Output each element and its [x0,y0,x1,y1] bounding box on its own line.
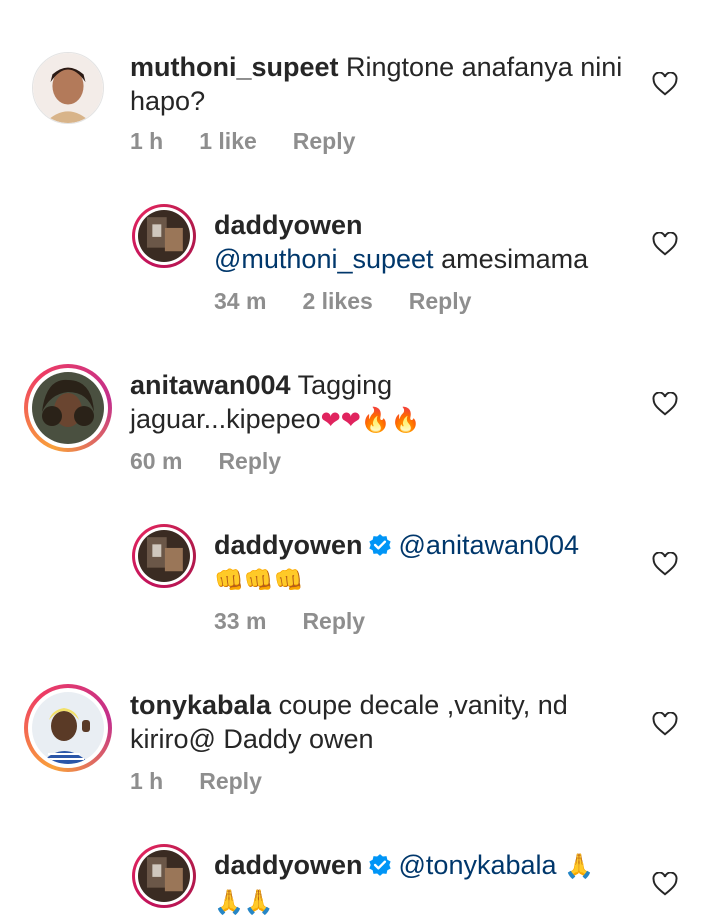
heart-icon[interactable] [652,392,678,416]
comment-time: 1 h [130,768,164,794]
mention-link[interactable]: @tonykabala [399,850,557,880]
reply-button[interactable]: Reply [293,128,356,154]
comment-username[interactable]: muthoni_supeet [130,52,339,82]
comment-6-reply: daddyowen @tonykabala 🙏 🙏🙏 [0,830,720,916]
comment-3: anitawan004 Tagging jaguar...kipepeo❤❤🔥🔥… [0,350,720,510]
reply-button[interactable]: Reply [199,768,262,794]
emoji-reactions: 🙏 [564,853,594,880]
likes-count[interactable]: 1 like [199,128,257,154]
comment-meta: 60 m Reply [130,448,317,475]
mention-link[interactable]: @anitawan004 [399,530,580,560]
user-photo [32,372,104,444]
comment-username[interactable]: tonykabala [130,690,271,720]
comment-meta: 1 h Reply [130,768,298,795]
heart-icon[interactable] [652,872,678,896]
user-photo [138,530,190,582]
avatar[interactable] [24,684,112,772]
heart-icon[interactable] [652,72,678,96]
user-photo [138,850,190,902]
comment-text: daddyowen @anitawan004 👊👊👊 [214,528,644,598]
comment-text: tonykabala coupe decale ,vanity, nd kiri… [130,688,640,756]
emoji-reactions-line2: 🙏🙏 [214,889,274,916]
verified-badge-icon [368,534,391,556]
emoji-reactions: ❤❤🔥🔥 [320,407,421,434]
comment-username[interactable]: daddyowen [214,530,363,560]
comment-time: 60 m [130,448,183,474]
avatar[interactable] [132,844,196,908]
verified-badge-icon [368,854,391,876]
comment-body-line2: jaguar...kipepeo [130,404,321,434]
user-photo [33,53,103,123]
comment-text: anitawan004 Tagging jaguar...kipepeo❤❤🔥🔥 [130,368,640,438]
reply-button[interactable]: Reply [218,448,281,474]
user-photo [32,692,104,764]
comment-body: Ringtone anafanya nini [346,52,623,82]
user-photo [138,210,190,262]
avatar[interactable] [24,364,112,452]
comment-username[interactable]: daddyowen [214,850,363,880]
comment-text: daddyowen @tonykabala 🙏 🙏🙏 [214,848,644,916]
comment-username[interactable]: anitawan004 [130,370,291,400]
comment-body: amesimama [441,244,589,274]
comment-body: Tagging [297,370,393,400]
reply-button[interactable]: Reply [409,288,472,314]
comment-4-reply: daddyowen @anitawan004 👊👊👊 33 m Reply [0,510,720,660]
comment-body: coupe decale ,vanity, nd [278,690,568,720]
mention-link[interactable]: @muthoni_supeet [214,244,434,274]
comment-time: 34 m [214,288,267,314]
heart-icon[interactable] [652,232,678,256]
heart-icon[interactable] [652,552,678,576]
comment-body-line2: hapo? [130,86,206,116]
comment-meta: 33 m Reply [214,608,401,635]
comment-meta: 34 m 2 likes Reply [214,288,507,315]
reply-button[interactable]: Reply [302,608,365,634]
emoji-reactions: 👊👊👊 [214,567,304,594]
comment-text: daddyowen @muthoni_supeet amesimama [214,208,644,276]
comment-text: muthoni_supeet Ringtone anafanya nini ha… [130,50,640,118]
comment-meta: 1 h 1 like Reply [130,128,391,155]
heart-icon[interactable] [652,712,678,736]
comment-2-reply: daddyowen @muthoni_supeet amesimama 34 m… [0,190,720,340]
comment-username[interactable]: daddyowen [214,210,363,240]
avatar[interactable] [132,524,196,588]
comment-time: 33 m [214,608,267,634]
likes-count[interactable]: 2 likes [302,288,372,314]
comment-time: 1 h [130,128,164,154]
comment-body-line2: kiriro@ Daddy owen [130,724,374,754]
avatar[interactable] [132,204,196,268]
comment-1: muthoni_supeet Ringtone anafanya nini ha… [0,0,720,170]
comment-5: tonykabala coupe decale ,vanity, nd kiri… [0,670,720,830]
avatar[interactable] [32,52,104,124]
